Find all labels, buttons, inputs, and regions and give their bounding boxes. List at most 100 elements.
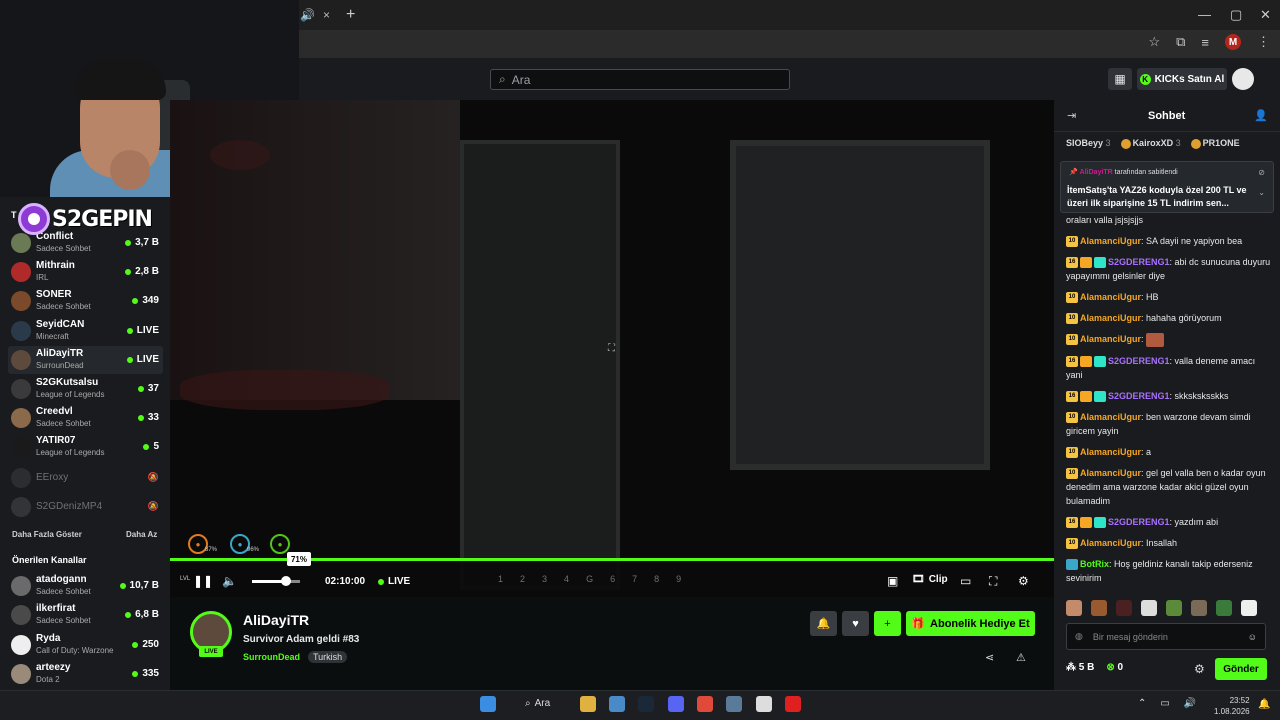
search-input[interactable]: ⌕ Ara [490,69,790,90]
recommended-channel[interactable]: Ryda Call of Duty: Warzone 250 [8,631,163,659]
volume-icon[interactable]: 🔈 [222,574,237,588]
miniplayer-icon[interactable]: ▭ [960,574,971,588]
chat-username[interactable]: AlamanciUgur [1080,468,1141,478]
volume-knob[interactable] [281,576,291,586]
stream-tag[interactable]: Turkish [308,651,348,663]
subscribe-plus-button[interactable]: + [874,611,901,636]
sidebar-channel[interactable]: AliDayiTR SurrounDead LIVE [8,346,163,374]
emote-icon[interactable] [1141,600,1157,616]
top-gifter[interactable]: PR1ONE [1190,138,1240,149]
windows-start-icon[interactable] [480,696,496,712]
live-indicator[interactable]: LIVE [378,576,410,587]
theater-mode-icon[interactable]: ▣ [887,574,898,588]
extensions-icon[interactable]: ⧉ [1176,34,1185,50]
notification-icon[interactable]: 🔔 [1258,699,1270,710]
chevron-down-icon[interactable]: ⌄ [1258,188,1265,197]
settings-gear-icon[interactable]: ⚙ [1018,574,1029,588]
emote-icon[interactable] [1241,600,1257,616]
close-tab-icon[interactable]: × [323,8,330,22]
gift-subscription-button[interactable]: 🎁 Abonelik Hediye Et [906,611,1035,636]
store-icon[interactable] [609,696,625,712]
sidebar-channel[interactable]: SeyidCAN Minecraft LIVE [8,317,163,345]
chat-username[interactable]: AlamanciUgur [1080,447,1141,457]
chat-username[interactable]: S2GDERENG1 [1108,257,1170,267]
collapse-chat-icon[interactable]: ⇥ [1067,109,1076,122]
emote-icon[interactable] [1091,600,1107,616]
points-display[interactable]: ⁂ 5 B [1066,662,1094,673]
network-icon[interactable]: ▭ [1160,698,1169,709]
notification-bell-button[interactable]: 🔔 [810,611,837,636]
chat-users-icon[interactable]: 👤 [1254,109,1268,122]
top-gifter[interactable]: SIOBeyy 3 [1066,138,1111,149]
pause-icon[interactable]: ❚❚ [193,574,213,588]
chat-username[interactable]: AlamanciUgur [1080,236,1141,246]
notifications-off-icon[interactable]: 🔕 [148,501,159,512]
maximize-icon[interactable]: ▢ [1230,7,1242,23]
sidebar-channel[interactable]: Creedvl Sadece Sohbet 33 [8,404,163,432]
profile-avatar[interactable]: M [1225,34,1241,50]
obs-icon[interactable] [756,696,772,712]
sidebar-channel[interactable]: S2GKutsalsu League of Legends 37 [8,375,163,403]
unpin-icon[interactable]: ⊘ [1258,168,1265,177]
file-explorer-icon[interactable] [580,696,596,712]
sidebar-channel[interactable]: YATIR07 League of Legends 5 [8,433,163,461]
layout-grid-button[interactable]: ▦ [1108,68,1132,90]
kicks-display[interactable]: ⊗ 0 [1106,662,1123,673]
chat-username[interactable]: BotRix [1080,559,1109,569]
show-more-link[interactable]: Daha Fazla Göster [12,530,82,539]
taskbar-clock[interactable]: 23:52 1.08.2026 [1214,695,1250,717]
new-tab-button[interactable]: + [346,6,355,24]
recommended-channel[interactable]: atadogann Sadece Sohbet 10,7 B [8,572,163,600]
top-gifter[interactable]: KairoxXD 3 [1120,138,1181,149]
youtube-music-icon[interactable] [785,696,801,712]
recommended-channel[interactable]: arteezy Dota 2 335 [8,660,163,688]
stream-category[interactable]: SurrounDead [243,652,300,662]
send-button[interactable]: Gönder [1215,658,1267,680]
emote-icon[interactable] [1166,600,1182,616]
discord-icon[interactable] [668,696,684,712]
sidebar-channel[interactable]: SONER Sadece Sohbet 349 [8,287,163,315]
show-less-link[interactable]: Daha Az [126,530,157,539]
browser-tab[interactable]: 🔊 × [300,3,340,27]
steam-icon[interactable] [638,696,654,712]
chat-username[interactable]: AlamanciUgur [1080,313,1141,323]
user-avatar[interactable] [1232,68,1254,90]
chat-username[interactable]: S2GDERENG1 [1108,356,1170,366]
emote-icon[interactable] [1216,600,1232,616]
bookmark-star-icon[interactable]: ☆ [1148,34,1160,50]
chat-username[interactable]: AlamanciUgur [1080,292,1141,302]
sidebar-channel-offline[interactable]: S2GDenizMP4 🔕 [8,493,163,521]
window-close-icon[interactable]: ✕ [1260,7,1271,23]
chat-username[interactable]: AlamanciUgur [1080,334,1141,344]
video-player[interactable]: ⛶ [170,100,1054,590]
minimize-icon[interactable]: — [1198,7,1211,22]
buy-kicks-button[interactable]: K KICKs Satın Al [1137,68,1227,90]
recommended-channel[interactable]: ilkerfirat Sadece Sohbet 6,8 B [8,601,163,629]
menu-kebab-icon[interactable]: ⋮ [1257,34,1270,50]
streamer-name[interactable]: AliDayiTR [243,612,309,628]
tray-chevron-icon[interactable]: ⌃ [1138,698,1146,709]
taskbar-search[interactable]: ⌕ Ara [525,698,550,709]
app-icon[interactable] [726,696,742,712]
fullscreen-icon[interactable]: ⛶ [989,574,997,589]
report-warning-icon[interactable]: ⚠ [1016,651,1026,664]
media-icon[interactable]: ≡ [1201,35,1209,50]
chat-username[interactable]: AlamanciUgur [1080,538,1141,548]
speaker-icon[interactable]: 🔊 [300,8,315,22]
chat-username[interactable]: S2GDERENG1 [1108,391,1170,401]
share-icon[interactable]: ⋖ [985,651,994,664]
emote-icon[interactable] [1066,600,1082,616]
chat-message-input[interactable]: ◍ Bir mesaj gönderin ☺ [1066,623,1266,650]
sidebar-channel-offline[interactable]: EEroxy 🔕 [8,464,163,492]
sidebar-channel[interactable]: Mithrain IRL 2,8 B [8,258,163,286]
emote-icon[interactable] [1191,600,1207,616]
notifications-off-icon[interactable]: 🔕 [148,472,159,483]
clip-button[interactable]: 🎞 Clip [912,574,948,585]
follow-heart-button[interactable]: ♥ [842,611,869,636]
chat-username[interactable]: S2GDERENG1 [1108,517,1170,527]
chrome-icon[interactable] [697,696,713,712]
emoji-icon[interactable]: ☺ [1248,632,1257,642]
emote-icon[interactable] [1116,600,1132,616]
chat-username[interactable]: AlamanciUgur [1080,412,1141,422]
pinned-message[interactable]: 📌 AliDayiTR tarafından sabitlendi ⊘ ⌄ İt… [1060,161,1274,213]
